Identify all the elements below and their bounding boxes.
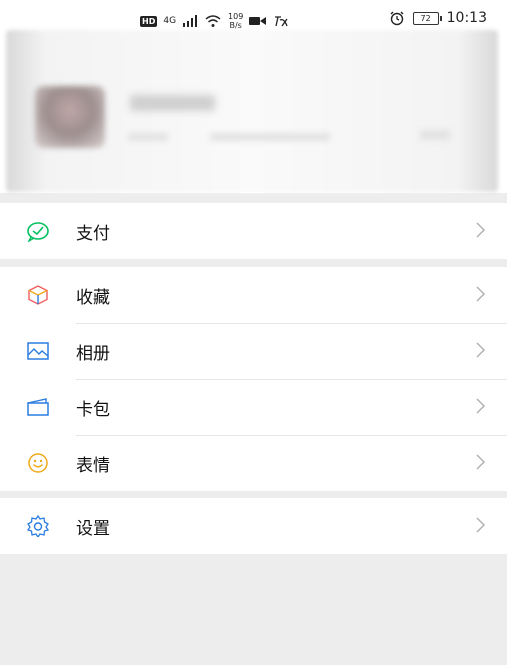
wallet-icon (27, 398, 49, 416)
chevron-right-icon (476, 222, 486, 238)
menu-item-stickers[interactable]: 表情 (0, 435, 507, 491)
avatar[interactable] (35, 86, 105, 148)
menu-label-settings: 设置 (76, 518, 110, 539)
profile-qr-blurred (420, 130, 450, 140)
network-type: 4G (163, 16, 177, 26)
signal-icon (183, 15, 198, 27)
menu-item-settings[interactable]: 设置 (0, 498, 507, 554)
chevron-right-icon (476, 398, 486, 414)
menu-group-pay: 支付 (0, 203, 507, 259)
menu-item-wallet[interactable]: 卡包 (0, 379, 507, 435)
speed-unit: B/s (229, 21, 242, 30)
menu-label-album: 相册 (76, 343, 110, 364)
menu-item-pay[interactable]: 支付 (0, 203, 507, 259)
menu-label-favorites: 收藏 (76, 287, 110, 308)
battery-level: 72 (420, 13, 431, 23)
gear-icon (26, 515, 50, 537)
menu-label-stickers: 表情 (76, 455, 110, 476)
chevron-right-icon (476, 286, 486, 302)
menu-group-settings: 设置 (0, 498, 507, 554)
battery-indicator: 72 (412, 11, 442, 25)
status-icons: HD 4G 109 B/s (140, 12, 289, 30)
speed-indicator: 109 B/s (228, 12, 243, 30)
pay-icon (27, 222, 49, 242)
profile-meta-blurred (128, 133, 168, 141)
clock: 10:13 (446, 10, 487, 26)
profile-name-blurred (130, 95, 215, 111)
chevron-right-icon (476, 517, 486, 533)
stickers-icon (28, 453, 48, 473)
chevron-right-icon (476, 454, 486, 470)
menu-label-pay: 支付 (76, 223, 110, 244)
empty-area (0, 554, 507, 665)
alarm-icon (390, 11, 404, 26)
album-icon (27, 342, 49, 360)
menu-item-favorites[interactable]: 收藏 (0, 267, 507, 323)
menu-group-main: 收藏 相册 卡包 表情 (0, 267, 507, 491)
app-notification-icon (275, 16, 288, 27)
video-icon (249, 17, 267, 25)
menu-item-album[interactable]: 相册 (0, 323, 507, 379)
hd-badge: HD (140, 15, 158, 27)
status-right: 72 10:13 (389, 10, 487, 26)
wifi-icon (205, 15, 221, 27)
profile-id-blurred (210, 133, 330, 141)
speed-value: 109 (228, 12, 244, 21)
chevron-right-icon (476, 342, 486, 358)
favorites-icon (28, 285, 48, 305)
menu-label-wallet: 卡包 (76, 399, 110, 420)
